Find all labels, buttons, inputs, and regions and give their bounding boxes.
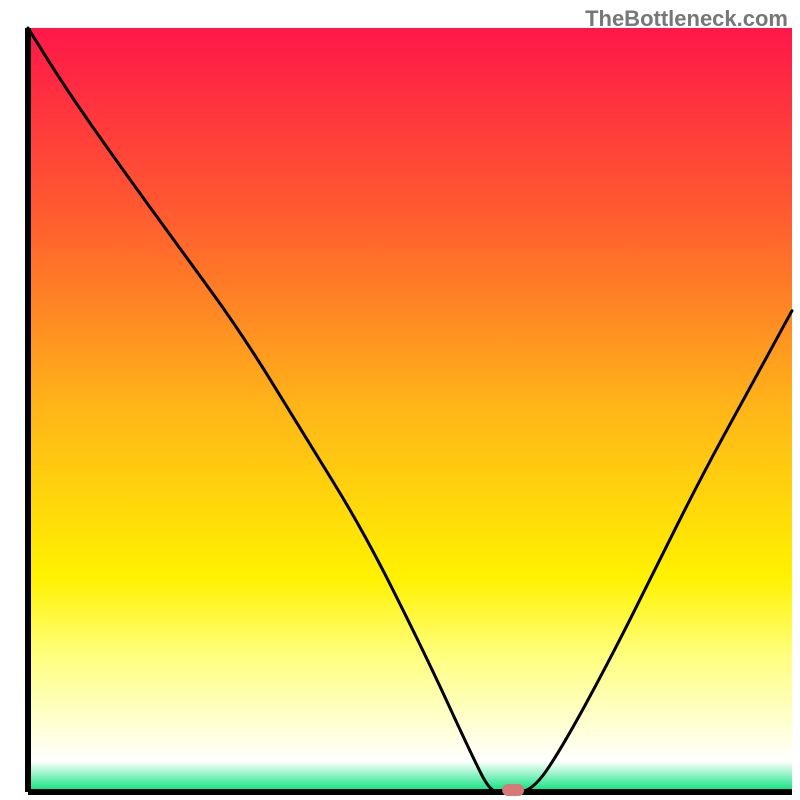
bottleneck-chart <box>0 0 800 800</box>
optimal-marker <box>502 784 524 796</box>
chart-container: TheBottleneck.com <box>0 0 800 800</box>
watermark-text: TheBottleneck.com <box>585 6 788 32</box>
chart-background-gradient <box>28 28 792 792</box>
